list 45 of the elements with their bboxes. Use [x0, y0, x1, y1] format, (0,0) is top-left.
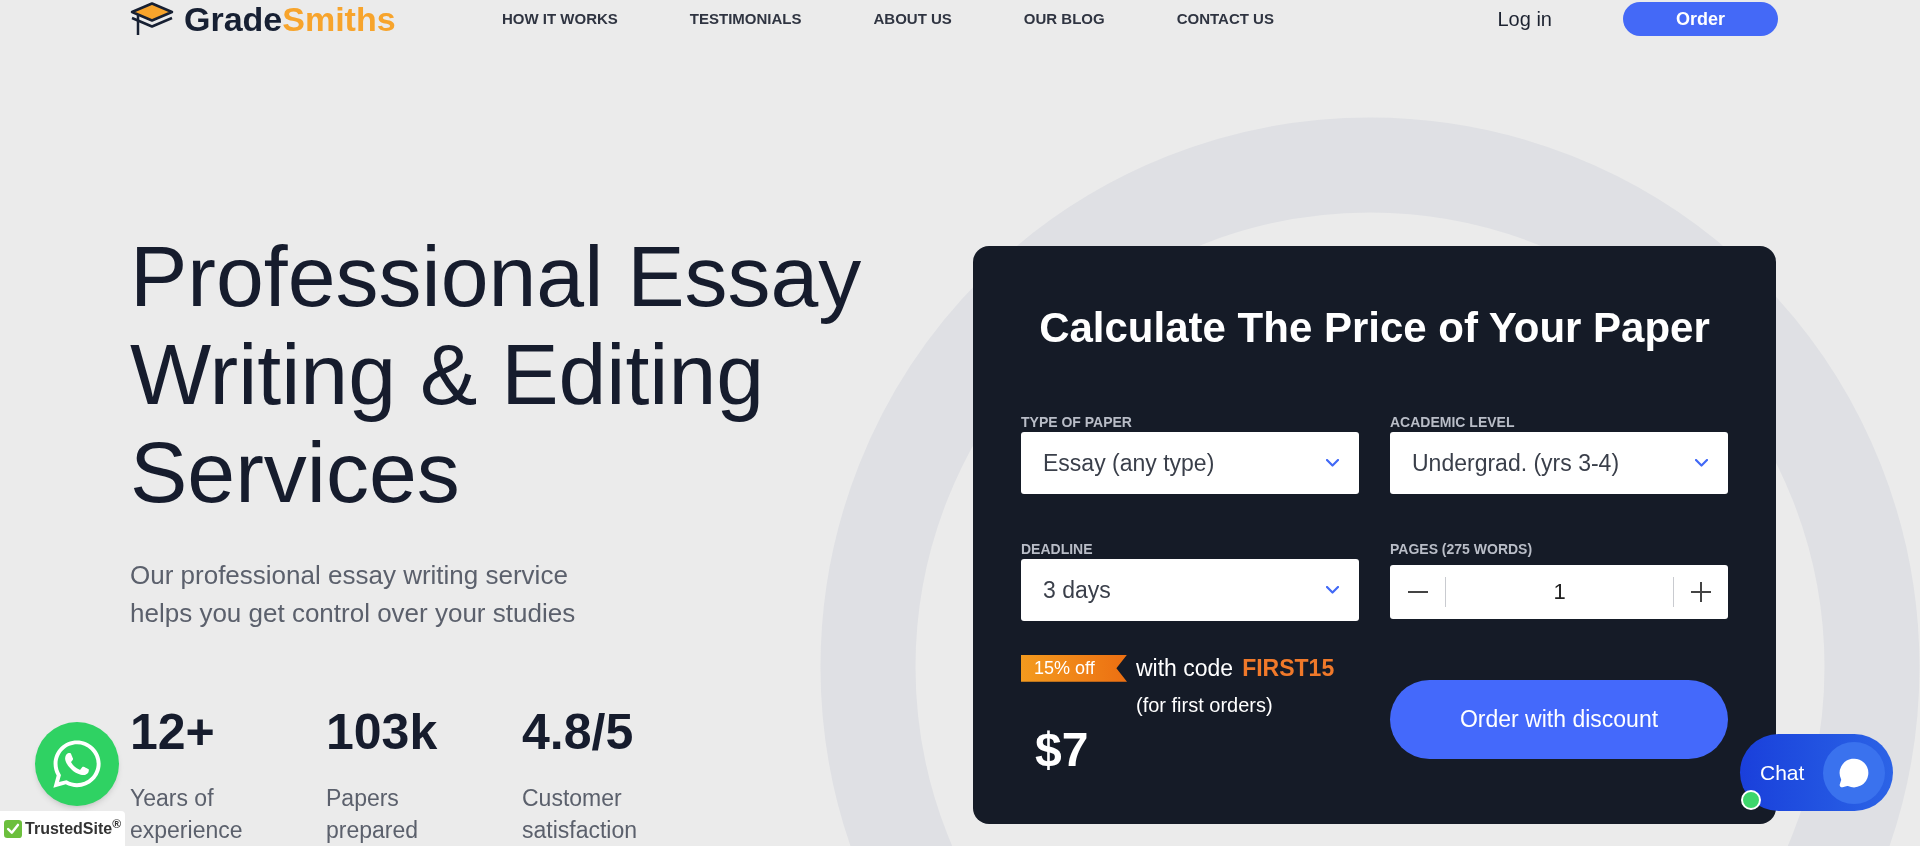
pages-stepper[interactable]: 1: [1390, 565, 1728, 619]
logo-text[interactable]: GradeSmiths: [184, 1, 396, 37]
stat-label: Customer satisfaction: [522, 784, 639, 845]
dropdown-select[interactable]: 3 days: [1021, 559, 1359, 621]
promo-text: with code: [1136, 654, 1234, 683]
stat-label: Papers prepared: [326, 784, 420, 845]
promo-note: (for first orders): [1136, 692, 1274, 718]
stat-label: Years of experience: [130, 784, 244, 845]
pages-input[interactable]: 1: [1446, 565, 1673, 619]
chevron-down-icon: [1326, 586, 1339, 594]
chevron-down-icon: [1695, 459, 1708, 467]
promo-code: FIRST15: [1242, 654, 1335, 683]
field-label: ACADEMIC LEVEL: [1390, 414, 1516, 430]
field-label: DEADLINE: [1021, 541, 1094, 557]
graduation-cap-icon: [130, 2, 174, 36]
field-label: TYPE OF PAPER: [1021, 414, 1133, 430]
check-icon: [4, 817, 22, 840]
calculator-title: Calculate The Price of Your Paper: [1038, 303, 1711, 353]
nav-link[interactable]: ABOUT US: [873, 7, 952, 31]
discount-ribbon: 15% off: [1021, 654, 1127, 682]
stat-value: 4.8/5: [522, 704, 635, 760]
order-discount-button[interactable]: Order with discount: [1390, 680, 1728, 759]
trust-badge-text: TrustedSite$^{®}$: [25, 816, 121, 839]
price-value: $7: [1035, 723, 1090, 776]
phone-bubble-icon: [50, 737, 104, 791]
phone-chat-button[interactable]: [35, 722, 119, 806]
nav-link[interactable]: CONTACT US: [1176, 7, 1274, 31]
field-label: PAGES (275 WORDS): [1390, 541, 1534, 557]
nav-link[interactable]: TESTIMONIALS: [689, 7, 802, 31]
plus-icon: [1691, 582, 1711, 602]
nav-link[interactable]: OUR BLOG: [1023, 7, 1105, 31]
minus-icon: [1407, 591, 1428, 593]
hero-heading: Professional Essay Writing & Editing Services: [130, 227, 862, 521]
hero-subtitle: Our professional essay writing service helps you get control over your studies: [130, 559, 577, 630]
chevron-down-icon: [1326, 459, 1339, 467]
order-button[interactable]: Order: [1623, 2, 1778, 36]
chat-button[interactable]: Chat: [1740, 734, 1893, 811]
dropdown-select[interactable]: Essay (any type): [1021, 432, 1359, 494]
stat-value: 103k: [326, 704, 439, 760]
trust-badge[interactable]: TrustedSite$^{®}$: [0, 811, 125, 846]
nav-link[interactable]: HOW IT WORKS: [502, 7, 618, 31]
stat-value: 12+: [130, 704, 216, 760]
speech-bubble-icon: [1823, 741, 1885, 804]
login-link[interactable]: Log in: [1497, 4, 1552, 34]
dropdown-select[interactable]: Undergrad. (yrs 3-4): [1390, 432, 1728, 494]
